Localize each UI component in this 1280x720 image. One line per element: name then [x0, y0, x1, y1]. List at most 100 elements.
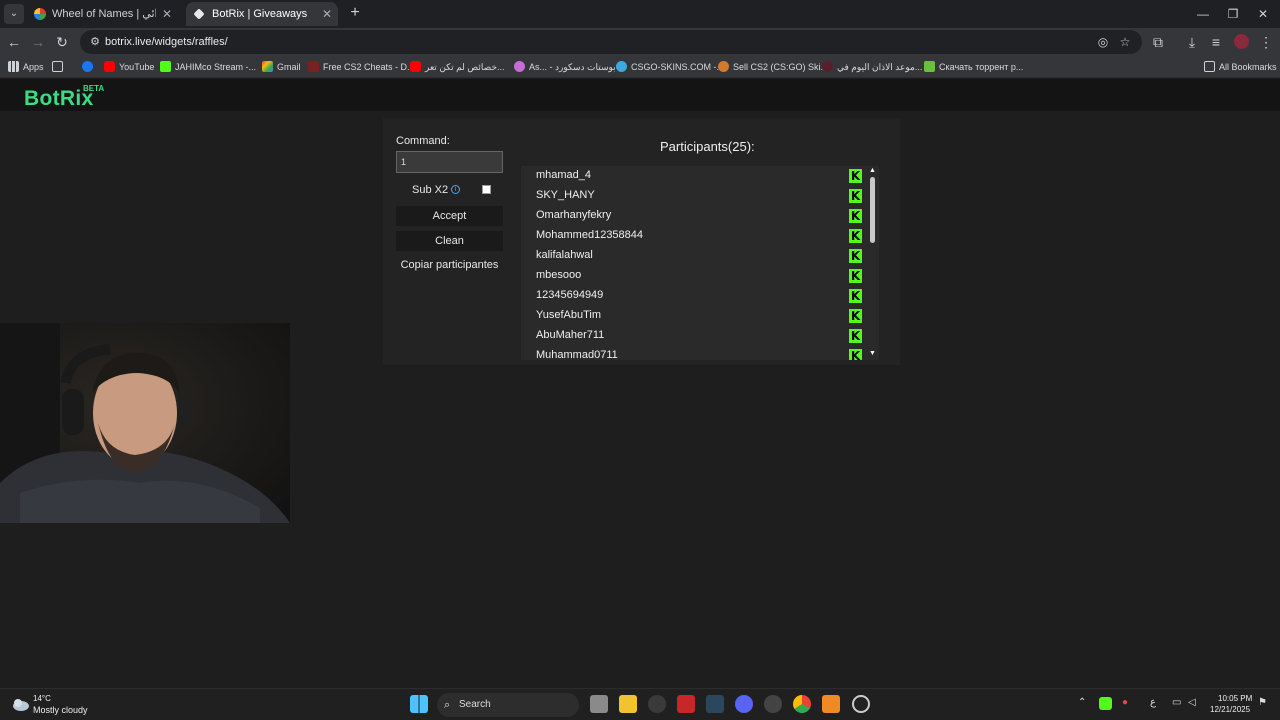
- steam-icon[interactable]: [706, 695, 724, 713]
- file-explorer-icon[interactable]: [619, 695, 637, 713]
- bookmark-apps[interactable]: Apps: [8, 56, 44, 78]
- clock-time[interactable]: 10:05 PM: [1218, 694, 1252, 703]
- tab-search-icon[interactable]: ⌄: [4, 4, 24, 24]
- list-item[interactable]: kalifalahwal K: [521, 246, 866, 266]
- bookmark-discord-posts[interactable]: As... - بوستات دسكورد: [514, 56, 616, 78]
- notifications-icon[interactable]: ⚑: [1258, 697, 1267, 708]
- wheel-favicon-icon: [34, 8, 46, 20]
- site-info-icon[interactable]: ⚙: [86, 33, 104, 51]
- all-bookmarks[interactable]: All Bookmarks: [1204, 56, 1277, 78]
- accept-button[interactable]: Accept: [396, 206, 503, 226]
- bookmark-jahimco[interactable]: JAHIMco Stream -...: [160, 56, 256, 78]
- taskbar-search[interactable]: ⌕ Search: [437, 693, 579, 717]
- weather-description[interactable]: Mostly cloudy: [33, 705, 88, 715]
- gem-icon: [514, 61, 525, 72]
- start-icon[interactable]: [410, 695, 428, 713]
- tab-strip: ⌄ Wheel of Names | اسم العشوائي ✕ BotRix…: [0, 0, 1280, 28]
- bookmark-gmail[interactable]: Gmail: [262, 56, 301, 78]
- app-orange-icon[interactable]: [822, 695, 840, 713]
- bookmark-sell-cs2[interactable]: Sell CS2 (CS:GO) Ski...: [718, 56, 828, 78]
- participants-list[interactable]: mhamad_4 K SKY_HANY K Omarhanyfekry K Moham…: [521, 166, 879, 360]
- list-item[interactable]: Omarhanyfekry K: [521, 206, 866, 226]
- minimize-icon[interactable]: —: [1188, 4, 1218, 24]
- tray-kick-icon[interactable]: [1099, 697, 1112, 710]
- folder-icon: [1204, 61, 1215, 72]
- gmail-icon: [262, 61, 273, 72]
- bookmark-torrent[interactable]: Скачать торрент р...: [924, 56, 1023, 78]
- media-icon[interactable]: ≡: [1206, 32, 1226, 52]
- close-tab-icon[interactable]: ✕: [322, 2, 332, 26]
- tray-overflow-icon[interactable]: ⌃: [1078, 697, 1086, 708]
- participant-name: 12345694949: [536, 289, 604, 301]
- bookmark-label: JAHIMco Stream -...: [175, 62, 257, 72]
- microphone-icon[interactable]: ●: [1122, 697, 1128, 708]
- tab-groups-icon: [52, 61, 63, 72]
- download-icon[interactable]: ⤓: [1182, 32, 1202, 52]
- clock-date[interactable]: 12/21/2025: [1210, 705, 1250, 714]
- bookmark-cs2-cheats[interactable]: Free CS2 Cheats - D...: [308, 56, 415, 78]
- list-scrollbar[interactable]: ▲ ▼: [866, 166, 879, 360]
- bookmark-youtube[interactable]: YouTube: [104, 56, 154, 78]
- obs-icon[interactable]: [852, 695, 870, 713]
- bookmark-facebook[interactable]: [82, 56, 97, 78]
- participant-name: AbuMaher711: [536, 329, 605, 341]
- bookmark-tab-groups[interactable]: [52, 56, 67, 78]
- reload-icon[interactable]: ↻: [52, 32, 72, 52]
- scroll-down-icon[interactable]: ▼: [869, 350, 876, 357]
- bookmark-csgo-skins[interactable]: CSGO-SKINS.COM -...: [616, 56, 724, 78]
- close-tab-icon[interactable]: ✕: [162, 2, 172, 26]
- list-item[interactable]: SKY_HANY K: [521, 186, 866, 206]
- bookmark-label: All Bookmarks: [1219, 62, 1277, 72]
- csgo-skins-icon: [616, 61, 627, 72]
- network-icon[interactable]: ▭: [1172, 697, 1181, 708]
- sub-x2-checkbox[interactable]: [482, 185, 491, 194]
- chrome-icon[interactable]: [793, 695, 811, 713]
- tab-title: Wheel of Names | اسم العشوائي: [52, 8, 156, 20]
- list-item[interactable]: YusefAbuTim K: [521, 306, 866, 326]
- list-item[interactable]: AbuMaher711 K: [521, 326, 866, 346]
- g-hub-icon[interactable]: [648, 695, 666, 713]
- weather-temperature[interactable]: 14°C: [33, 694, 51, 703]
- kick-icon: K: [849, 209, 862, 223]
- menu-icon[interactable]: ⋮: [1256, 32, 1276, 52]
- discord-icon[interactable]: [735, 695, 753, 713]
- back-icon[interactable]: ←: [4, 32, 24, 52]
- eye-off-icon[interactable]: ◎: [1094, 33, 1112, 51]
- restore-icon[interactable]: ❐: [1218, 4, 1248, 24]
- forward-icon[interactable]: →: [28, 32, 48, 52]
- address-bar[interactable]: ⚙ botrix.live/widgets/raffles/ ◎ ☆: [80, 30, 1142, 54]
- command-label: Command:: [396, 135, 450, 147]
- bookmark-star-icon[interactable]: ☆: [1116, 33, 1134, 51]
- extensions-icon[interactable]: ⧉: [1148, 32, 1168, 52]
- list-item[interactable]: mhamad_4 K: [521, 166, 866, 186]
- volume-icon[interactable]: ◁: [1188, 697, 1196, 708]
- kick-icon: K: [849, 289, 862, 303]
- list-item[interactable]: 12345694949 K: [521, 286, 866, 306]
- bookmark-prayer-times[interactable]: موعد الاذان اليوم في...: [822, 56, 922, 78]
- list-item[interactable]: Muhammad0711 K: [521, 346, 866, 360]
- scroll-up-icon[interactable]: ▲: [869, 167, 876, 174]
- bookmark-label: YouTube: [119, 62, 155, 72]
- beta-badge: BETA: [83, 84, 105, 93]
- clean-button[interactable]: Clean: [396, 231, 503, 251]
- profile-avatar[interactable]: [1234, 34, 1249, 49]
- copy-participants-button[interactable]: Copiar participantes: [396, 259, 503, 271]
- list-item[interactable]: Mohammed12358844 K: [521, 226, 866, 246]
- tab-wheel-of-names[interactable]: Wheel of Names | اسم العشوائي ✕: [26, 2, 178, 26]
- url-text[interactable]: botrix.live/widgets/raffles/: [105, 30, 228, 54]
- command-input[interactable]: 1: [396, 151, 503, 173]
- task-view-icon[interactable]: [590, 695, 608, 713]
- info-icon[interactable]: i: [451, 185, 460, 194]
- app-circle-icon[interactable]: [764, 695, 782, 713]
- tab-botrix-giveaways[interactable]: BotRix | Giveaways ✕: [186, 2, 338, 26]
- input-language[interactable]: ع: [1150, 697, 1156, 708]
- tab-title: BotRix | Giveaways: [212, 8, 308, 20]
- list-item[interactable]: mbesooo K: [521, 266, 866, 286]
- app-red-icon[interactable]: [677, 695, 695, 713]
- raffle-panel: Command: 1 Sub X2 i Accept Clean Copiar …: [383, 118, 900, 365]
- new-tab-icon[interactable]: +: [346, 4, 364, 24]
- apps-grid-icon: [8, 61, 19, 72]
- bookmark-arabic-1[interactable]: خصائص لم تكن تعر...: [410, 56, 505, 78]
- close-window-icon[interactable]: ✕: [1248, 4, 1278, 24]
- scroll-thumb[interactable]: [870, 177, 875, 243]
